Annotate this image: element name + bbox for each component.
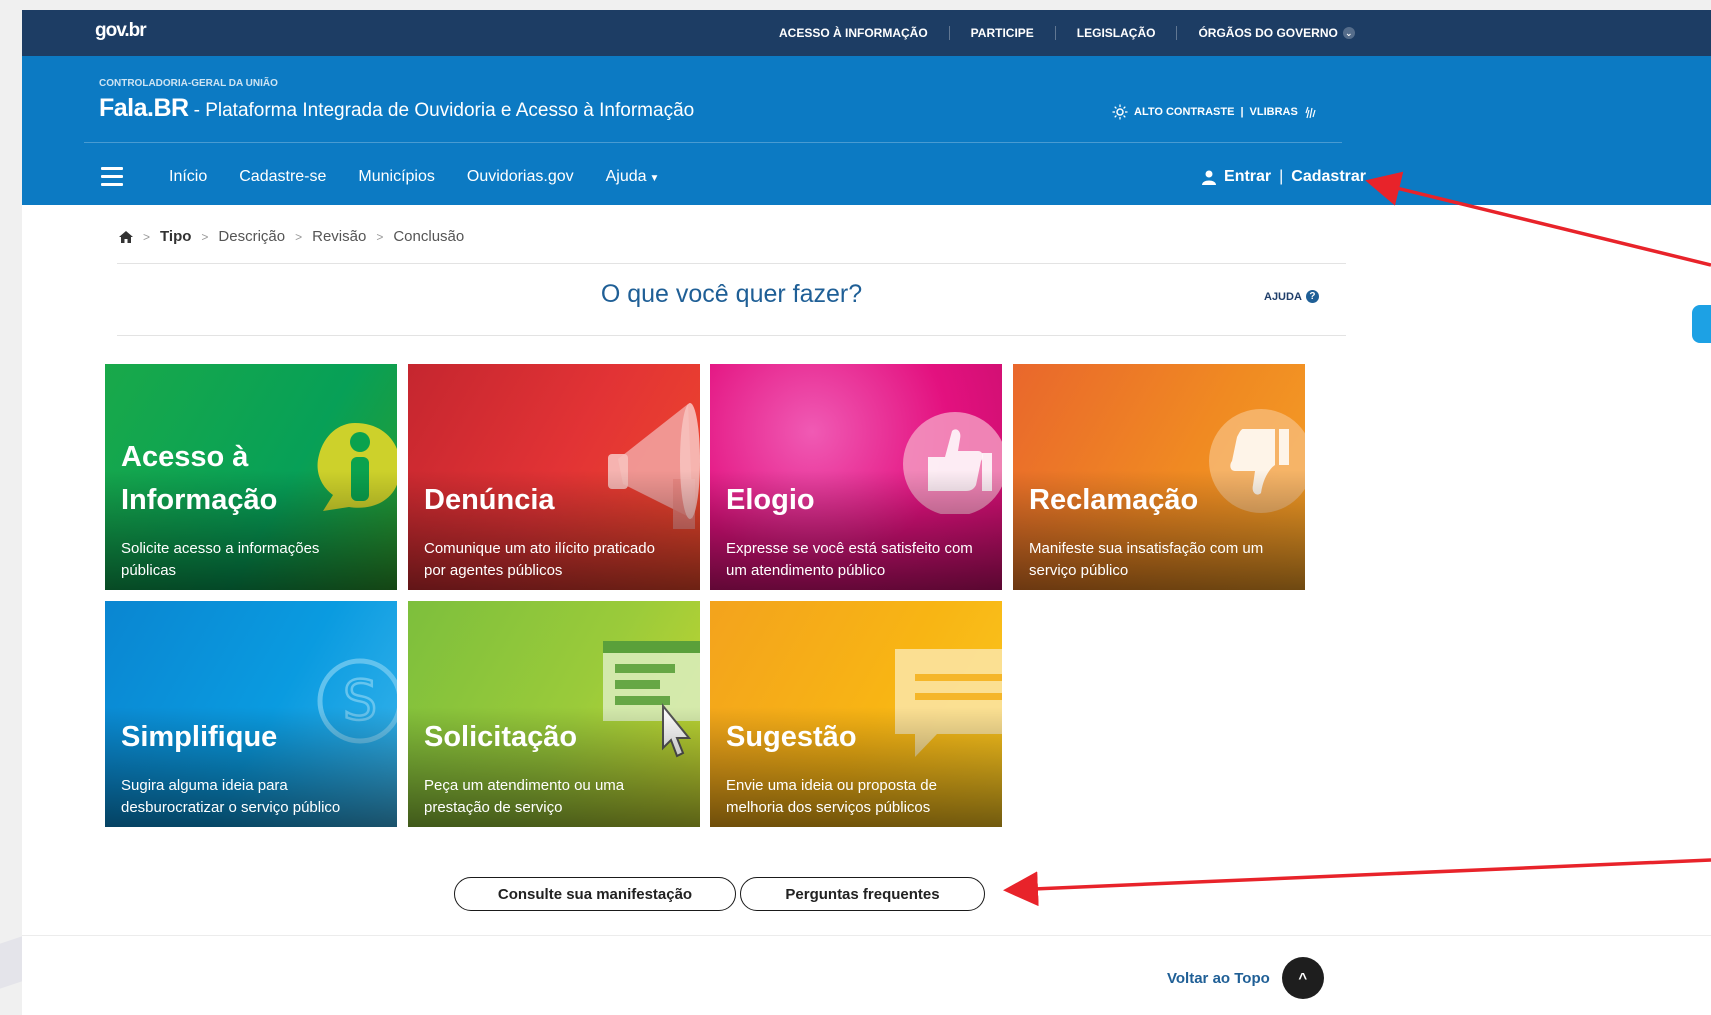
tile-reclamacao[interactable]: Reclamação Manifeste sua insatisfação co… — [1013, 364, 1305, 590]
tile-acesso-informacao[interactable]: Acesso à Informação Solicite acesso a in… — [105, 364, 397, 590]
tile-desc-line1: Peça um atendimento ou uma — [424, 777, 625, 794]
help-link[interactable]: AJUDA? — [1264, 290, 1319, 303]
govbr-link-legislacao[interactable]: LEGISLAÇÃO — [1054, 26, 1177, 40]
accessibility-controls: ALTO CONTRASTE | VLIBRAS — [1112, 104, 1316, 120]
govbr-link-orgaos[interactable]: ÓRGÃOS DO GOVERNO ⌄ — [1176, 26, 1375, 40]
govbr-link-acesso[interactable]: ACESSO À INFORMAÇÃO — [758, 26, 949, 40]
background-decoration — [0, 936, 22, 989]
chevron-up-icon[interactable]: ^ — [1281, 957, 1324, 999]
vlibras-link[interactable]: VLIBRAS — [1250, 106, 1298, 118]
tile-simplifique[interactable]: S Simplifique Sugira alguma ideia para d… — [105, 601, 397, 827]
govbr-link-orgaos-label: ÓRGÃOS DO GOVERNO — [1198, 26, 1338, 40]
question-circle-icon: ? — [1305, 290, 1319, 303]
tile-desc-line2: serviço público — [1029, 562, 1129, 579]
fala-br-page: gov.br ACESSO À INFORMAÇÃO PARTICIPE LEG… — [22, 10, 1711, 1015]
nav-inicio[interactable]: Início — [169, 168, 207, 186]
tile-description: Solicite acesso a informações públicas — [121, 538, 396, 582]
tile-desc-line1: Envie uma ideia ou proposta de — [726, 777, 937, 794]
tile-title: Sugestão — [726, 721, 857, 753]
user-icon — [1202, 170, 1217, 185]
tile-desc-line2: prestação de serviço — [424, 799, 563, 816]
govbr-logo[interactable]: gov.br — [95, 20, 147, 42]
entrar-link[interactable]: Entrar — [1224, 168, 1271, 186]
perguntas-frequentes-button[interactable]: Perguntas frequentes — [740, 877, 985, 911]
vlibras-hand-icon — [1305, 106, 1316, 119]
consulte-manifestacao-button[interactable]: Consulte sua manifestação — [454, 877, 736, 911]
tile-denuncia[interactable]: Denúncia Comunique um ato ilícito pratic… — [408, 364, 700, 590]
tile-title: Simplifique — [121, 721, 278, 753]
tile-description: Manifeste sua insatisfação com um serviç… — [1029, 538, 1304, 582]
breadcrumb-revisao: Revisão — [312, 228, 367, 245]
home-icon[interactable] — [119, 230, 133, 243]
breadcrumb-separator: > — [143, 229, 151, 244]
tile-solicitacao[interactable]: Solicitação Peça um atendimento ou uma p… — [408, 601, 700, 827]
tile-title-line2: Informação — [121, 484, 278, 516]
page-question: O que você quer fazer? — [600, 280, 863, 308]
tile-desc-line2: por agentes públicos — [424, 562, 563, 579]
divider — [117, 263, 1346, 264]
header-divider — [84, 142, 1342, 143]
contrast-sun-icon — [1112, 104, 1128, 120]
nav-cadastre-se[interactable]: Cadastre-se — [239, 168, 326, 186]
cadastrar-link[interactable]: Cadastrar — [1291, 168, 1366, 186]
hamburger-menu-icon[interactable] — [101, 167, 123, 187]
tile-description: Envie uma ideia ou proposta de melhoria … — [726, 775, 1001, 819]
tile-description: Comunique um ato ilícito praticado por a… — [424, 538, 699, 582]
back-to-top[interactable]: Voltar ao Topo ^ — [1167, 957, 1324, 999]
tile-description: Expresse se você está satisfeito com um … — [726, 538, 1001, 582]
help-label: AJUDA — [1264, 290, 1302, 303]
tile-desc-line1: Sugira alguma ideia para — [121, 777, 288, 794]
a11y-separator: | — [1240, 106, 1244, 118]
brand-subtitle: - Plataforma Integrada de Ouvidoria e Ac… — [193, 100, 695, 121]
govbr-bar: gov.br ACESSO À INFORMAÇÃO PARTICIPE LEG… — [22, 10, 1711, 56]
tile-desc-line1: Solicite acesso a informações — [121, 540, 320, 557]
breadcrumb-descricao: Descrição — [218, 228, 286, 245]
chevron-down-icon: ⌄ — [1342, 27, 1355, 39]
tile-desc-line2: desburocratizar o serviço público — [121, 799, 341, 816]
nav-ajuda[interactable]: Ajuda ▼ — [606, 168, 660, 186]
back-to-top-label: Voltar ao Topo — [1167, 969, 1270, 987]
breadcrumb-separator: > — [201, 229, 209, 244]
tile-desc-line1: Expresse se você está satisfeito com — [726, 540, 973, 557]
govbr-links: ACESSO À INFORMAÇÃO PARTICIPE LEGISLAÇÃO… — [758, 10, 1376, 56]
tile-title: Denúncia — [424, 484, 555, 516]
tile-desc-line2: melhoria dos serviços públicos — [726, 799, 931, 816]
caret-down-icon: ▼ — [649, 173, 660, 184]
tile-description: Peça um atendimento ou uma prestação de … — [424, 775, 699, 819]
tile-desc-line2: públicas — [121, 562, 177, 579]
tile-title: Reclamação — [1029, 484, 1199, 516]
alto-contraste-link[interactable]: ALTO CONTRASTE — [1134, 106, 1234, 118]
auth-separator: | — [1279, 168, 1284, 185]
tile-description: Sugira alguma ideia para desburocratizar… — [121, 775, 396, 819]
tile-elogio[interactable]: Elogio Expresse se você está satisfeito … — [710, 364, 1002, 590]
main-nav: Início Cadastre-se Municípios Ouvidorias… — [169, 157, 691, 197]
tile-desc-line1: Comunique um ato ilícito praticado — [424, 540, 655, 557]
tile-title-line1: Acesso à — [121, 441, 249, 473]
tile-desc-line1: Manifeste sua insatisfação com um — [1029, 540, 1264, 557]
brand-name: Fala.BR — [99, 94, 189, 122]
divider — [117, 335, 1346, 336]
tile-sugestao[interactable]: Sugestão Envie uma ideia ou proposta de … — [710, 601, 1002, 827]
tile-title: Elogio — [726, 484, 815, 516]
tile-desc-line2: um atendimento público — [726, 562, 886, 579]
govbr-link-participe[interactable]: PARTICIPE — [948, 26, 1055, 40]
breadcrumb-tipo: Tipo — [160, 228, 192, 245]
vlibras-widget-icon[interactable] — [1692, 305, 1711, 343]
nav-ajuda-label: Ajuda — [605, 168, 647, 185]
nav-ouvidorias[interactable]: Ouvidorias.gov — [467, 168, 574, 186]
footer-divider — [22, 935, 1711, 936]
auth-links: Entrar | Cadastrar — [1202, 157, 1366, 197]
breadcrumb-separator: > — [295, 229, 303, 244]
breadcrumb-separator: > — [376, 229, 384, 244]
breadcrumb: > Tipo > Descrição > Revisão > Conclusão — [119, 228, 464, 245]
site-header: CONTROLADORIA-GERAL DA UNIÃO Fala.BR - Pl… — [22, 56, 1711, 205]
tile-title: Solicitação — [424, 721, 578, 753]
nav-municipios[interactable]: Municípios — [358, 168, 434, 186]
breadcrumb-conclusao: Conclusão — [393, 228, 465, 245]
brand[interactable]: Fala.BR - Plataforma Integrada de Ouvidor… — [99, 94, 694, 123]
org-name: CONTROLADORIA-GERAL DA UNIÃO — [99, 78, 278, 89]
